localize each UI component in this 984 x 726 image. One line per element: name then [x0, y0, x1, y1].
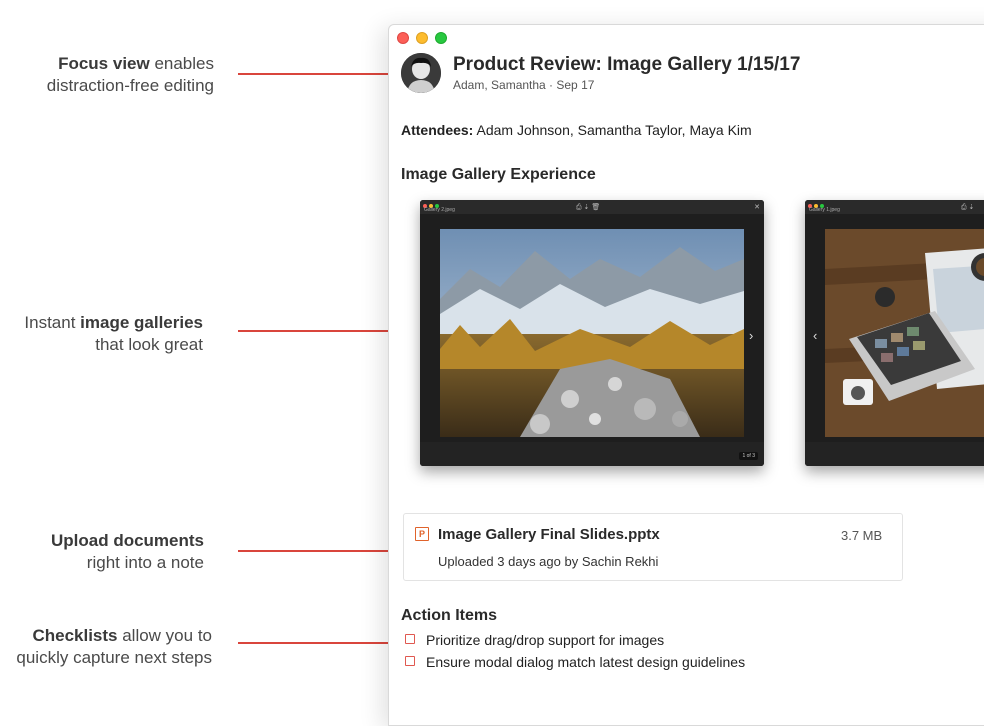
- annotation-line2: distraction-free editing: [46, 76, 214, 95]
- attachment-name[interactable]: Image Gallery Final Slides.pptx: [438, 526, 660, 543]
- annotation-line2: quickly capture next steps: [16, 648, 212, 667]
- close-button[interactable]: [397, 32, 409, 44]
- attendees-label: Attendees:: [401, 122, 474, 138]
- laptop-desk-photo: [825, 229, 984, 437]
- annotation-bold: Upload documents: [50, 531, 204, 550]
- checklist-item[interactable]: Ensure modal dialog match latest design …: [405, 654, 745, 670]
- chevron-left-icon[interactable]: ‹: [813, 328, 817, 343]
- zoom-button[interactable]: [435, 32, 447, 44]
- annotation-line2: that look great: [95, 335, 203, 354]
- attendees-line[interactable]: Attendees: Adam Johnson, Samantha Taylor…: [401, 122, 752, 138]
- avatar[interactable]: [401, 53, 441, 93]
- close-icon[interactable]: ✕: [754, 203, 760, 211]
- person-photo-icon: [401, 53, 441, 93]
- annotation-text: Instant: [24, 313, 81, 332]
- minimize-button[interactable]: [416, 32, 428, 44]
- annotation-line2: right into a note: [86, 553, 204, 572]
- attendees-names: Adam Johnson, Samantha Taylor, Maya Kim: [473, 122, 752, 138]
- annotation-bold: Checklists: [32, 626, 118, 645]
- file-attachment[interactable]: P Image Gallery Final Slides.pptx 3.7 MB…: [403, 513, 903, 581]
- powerpoint-file-icon: P: [415, 527, 429, 541]
- attachment-uploaded-info: Uploaded 3 days ago by Sachin Rekhi: [438, 554, 659, 569]
- gallery-thumbnail-2[interactable]: Gallery 1.jpeg ⎙ ⇣ ‹: [805, 200, 984, 466]
- mountain-landscape-photo: [440, 229, 744, 437]
- annotation-upload-documents: Upload documents right into a note: [51, 530, 204, 574]
- gallery-toolbar-icons[interactable]: ⎙ ⇣ 🗑: [576, 203, 600, 212]
- annotation-checklists: Checklists allow you to quickly capture …: [16, 625, 212, 669]
- gallery-thumbnail-1[interactable]: Gallery 2.jpeg ⎙ ⇣ 🗑 ✕ › 1 of 3: [420, 200, 764, 466]
- annotation-text: allow you to: [117, 626, 212, 645]
- action-items-heading: Action Items: [401, 607, 498, 624]
- annotation-text: enables: [149, 54, 214, 73]
- gallery-titlebar: Gallery 1.jpeg ⎙ ⇣: [805, 200, 984, 214]
- attachment-size: 3.7 MB: [841, 528, 883, 543]
- annotation-bold: Focus view: [58, 54, 150, 73]
- annotation-leader-line: [238, 330, 390, 332]
- checkbox[interactable]: [405, 634, 415, 644]
- gallery-heading: Image Gallery Experience: [401, 166, 596, 183]
- annotation-focus-view: Focus view enables distraction-free edit…: [47, 53, 214, 97]
- checkbox[interactable]: [405, 656, 415, 666]
- gallery-footer: [420, 442, 764, 466]
- checklist-item[interactable]: Prioritize drag/drop support for images: [405, 632, 664, 648]
- annotation-image-galleries: Instant image galleries that look great: [24, 312, 203, 356]
- gallery-titlebar: Gallery 2.jpeg ⎙ ⇣ 🗑 ✕: [420, 200, 764, 214]
- note-window: Product Review: Image Gallery 1/15/17 Ad…: [388, 24, 984, 726]
- note-meta: Adam, Samantha · Sep 17: [453, 78, 595, 92]
- gallery-filename: Gallery 1.jpeg: [809, 207, 840, 213]
- gallery-filename: Gallery 2.jpeg: [424, 207, 455, 213]
- checklist-item-label: Prioritize drag/drop support for images: [426, 632, 665, 648]
- window-controls: [397, 32, 447, 44]
- chevron-right-icon[interactable]: ›: [749, 328, 753, 343]
- annotation-bold: image galleries: [80, 313, 203, 332]
- gallery-counter: 1 of 3: [739, 452, 758, 460]
- gallery-footer: [805, 442, 984, 466]
- checklist-item-label: Ensure modal dialog match latest design …: [426, 654, 746, 670]
- gallery-toolbar-icons[interactable]: ⎙ ⇣: [961, 203, 974, 212]
- annotation-leader-line: [238, 642, 398, 644]
- note-title[interactable]: Product Review: Image Gallery 1/15/17: [453, 54, 800, 76]
- annotation-leader-line: [238, 550, 400, 552]
- annotation-leader-line: [238, 73, 388, 75]
